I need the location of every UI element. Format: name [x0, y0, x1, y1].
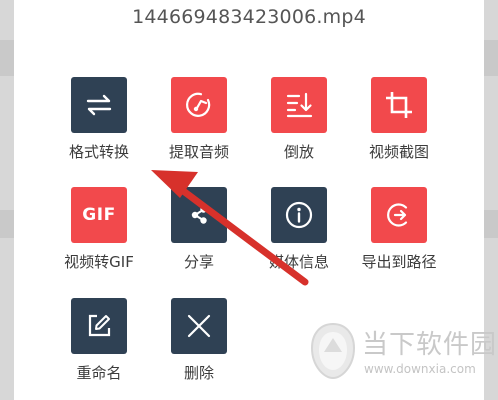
- share-button[interactable]: 分享: [149, 187, 249, 272]
- background-strip: [484, 210, 498, 238]
- watermark: 当下软件园 www.downxia.com: [310, 322, 496, 382]
- delete-label: 删除: [183, 364, 214, 382]
- background-strip: [0, 210, 14, 238]
- crop-icon: [371, 77, 427, 133]
- media-info-button[interactable]: 媒体信息: [249, 187, 349, 272]
- edit-icon: [71, 298, 127, 354]
- reverse-button[interactable]: 倒放: [249, 77, 349, 162]
- extract-audio-label: 提取音频: [168, 143, 229, 161]
- watermark-logo-icon: [310, 322, 356, 380]
- video-screenshot-label: 视频截图: [368, 143, 429, 161]
- media-info-label: 媒体信息: [268, 253, 329, 271]
- rename-label: 重命名: [76, 364, 122, 382]
- video-screenshot-button[interactable]: 视频截图: [349, 77, 449, 162]
- background-strip: [0, 40, 14, 76]
- share-label: 分享: [183, 253, 214, 271]
- gif-icon: GIF: [71, 187, 127, 243]
- reverse-label: 倒放: [283, 143, 314, 161]
- export-to-path-button[interactable]: 导出到路径: [349, 187, 449, 272]
- close-icon: [171, 298, 227, 354]
- swap-arrows-icon: [71, 77, 127, 133]
- reverse-sort-icon: [271, 77, 327, 133]
- rename-button[interactable]: 重命名: [49, 298, 149, 383]
- audio-extract-icon: [171, 77, 227, 133]
- gif-icon-text: GIF: [82, 205, 116, 225]
- export-icon: [371, 187, 427, 243]
- extract-audio-button[interactable]: 提取音频: [149, 77, 249, 162]
- watermark-cn: 当下软件园: [362, 330, 498, 360]
- format-convert-button[interactable]: 格式转换: [49, 77, 149, 162]
- export-to-path-label: 导出到路径: [361, 253, 437, 271]
- delete-button[interactable]: 删除: [149, 298, 249, 383]
- share-icon: [171, 187, 227, 243]
- background-strip: [484, 40, 498, 76]
- dialog-title: 144669483423006.mp4: [132, 6, 366, 28]
- video-to-gif-button[interactable]: GIF 视频转GIF: [49, 187, 149, 272]
- info-icon: [271, 187, 327, 243]
- video-to-gif-label: 视频转GIF: [64, 253, 134, 271]
- watermark-en: www.downxia.com: [364, 362, 476, 376]
- format-convert-label: 格式转换: [68, 143, 129, 161]
